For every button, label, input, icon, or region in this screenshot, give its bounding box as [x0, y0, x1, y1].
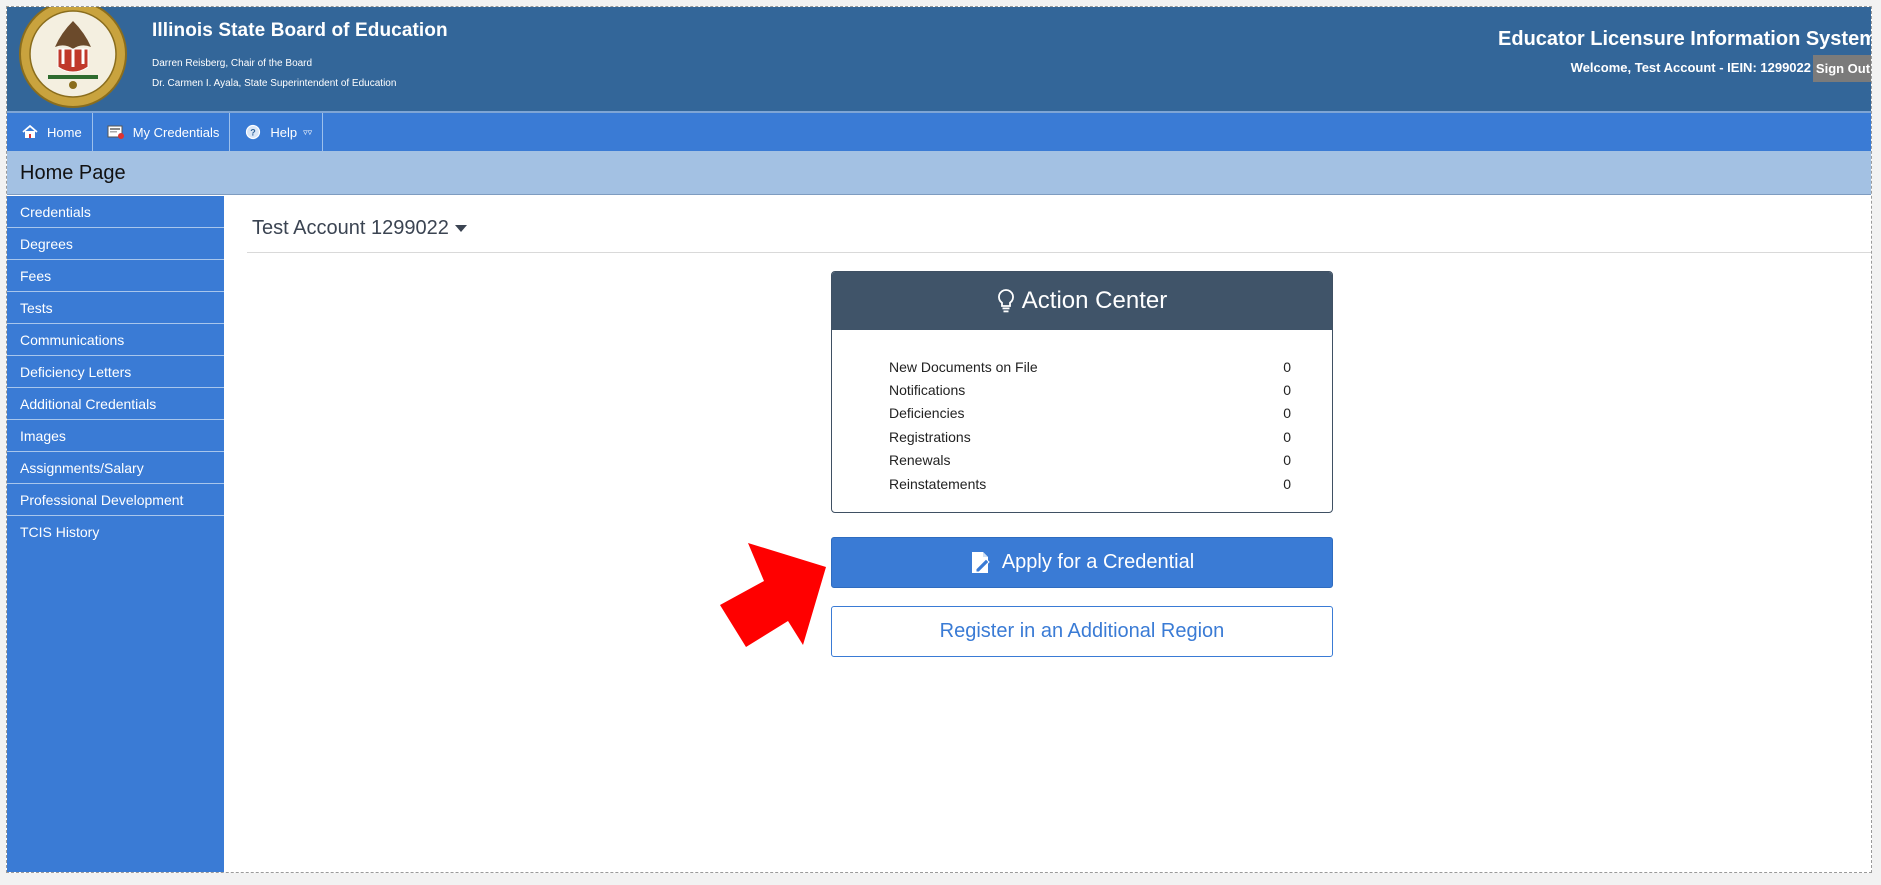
action-row-renewals[interactable]: Renewals 0 [889, 449, 1291, 472]
action-center-panel: Action Center New Documents on File 0 No… [831, 271, 1333, 513]
board-chair-line: Darren Reisberg, Chair of the Board [152, 58, 313, 69]
nav-home-label: Home [47, 124, 82, 140]
nav-help[interactable]: ? Help ▿▿ [230, 113, 324, 151]
nav-my-credentials[interactable]: My Credentials [93, 113, 231, 151]
action-row-registrations[interactable]: Registrations 0 [889, 425, 1291, 448]
sidebar-item-additional-credentials[interactable]: Additional Credentials [7, 388, 224, 420]
sidebar-item-deficiency-letters[interactable]: Deficiency Letters [7, 356, 224, 388]
page-frame: Illinois State Board of Education Darren… [6, 6, 1872, 873]
svg-text:?: ? [251, 128, 257, 138]
action-row-count: 0 [1283, 382, 1291, 399]
system-title: Educator Licensure Information System [1498, 28, 1872, 50]
apply-button-label: Apply for a Credential [1001, 551, 1195, 573]
action-row-count: 0 [1283, 475, 1291, 492]
nav-help-label: Help [270, 124, 298, 140]
sidebar-item-images[interactable]: Images [7, 420, 224, 452]
content-divider [247, 252, 1871, 253]
action-row-deficiencies[interactable]: Deficiencies 0 [889, 402, 1291, 425]
chevron-down-icon: ▿▿ [303, 126, 313, 137]
page-title-bar: Home Page [7, 151, 1871, 195]
action-center-title: Action Center [1021, 287, 1168, 314]
state-seal-logo [19, 7, 127, 108]
org-title: Illinois State Board of Education [152, 20, 448, 41]
sidebar-item-fees[interactable]: Fees [7, 260, 224, 292]
action-row-label: New Documents on File [889, 358, 1038, 375]
page-bottom-strip [0, 874, 1881, 885]
action-row-count: 0 [1283, 405, 1291, 422]
action-row-label: Notifications [889, 382, 966, 399]
welcome-text: Welcome, Test Account - IEIN: 1299022 [1570, 60, 1811, 75]
caret-down-icon [454, 225, 467, 232]
main-content: Test Account 1299022 Action Center New D… [224, 196, 1871, 872]
sidebar-item-assignments-salary[interactable]: Assignments/Salary [7, 452, 224, 484]
apply-for-credential-button[interactable]: Apply for a Credential [831, 537, 1333, 588]
page-title: Home Page [20, 162, 126, 184]
action-row-label: Renewals [889, 452, 951, 469]
action-row-count: 0 [1283, 358, 1291, 375]
account-dropdown[interactable]: Test Account 1299022 [252, 217, 467, 240]
action-row-label: Registrations [889, 428, 971, 445]
sidebar: Credentials Degrees Fees Tests Communica… [7, 196, 224, 872]
sidebar-item-communications[interactable]: Communications [7, 324, 224, 356]
action-row-label: Reinstatements [889, 475, 987, 492]
register-additional-region-button[interactable]: Register in an Additional Region [831, 606, 1333, 657]
action-row-label: Deficiencies [889, 405, 965, 422]
top-nav: Home My Credentials ? Help ▿▿ [7, 113, 1871, 151]
sidebar-item-tcis-history[interactable]: TCIS History [7, 516, 224, 548]
account-label: Test Account 1299022 [252, 217, 449, 239]
red-arrow-annotation [720, 543, 826, 647]
site-header: Illinois State Board of Education Darren… [7, 7, 1872, 113]
document-edit-icon [971, 551, 990, 573]
action-row-reinstatements[interactable]: Reinstatements 0 [889, 472, 1291, 495]
help-icon: ? [244, 123, 262, 141]
sidebar-item-credentials[interactable]: Credentials [7, 196, 224, 228]
action-row-new-documents[interactable]: New Documents on File 0 [889, 355, 1291, 378]
sidebar-item-professional-development[interactable]: Professional Development [7, 484, 224, 516]
action-row-count: 0 [1283, 452, 1291, 469]
nav-home[interactable]: Home [7, 113, 93, 151]
action-center-list: New Documents on File 0 Notifications 0 … [832, 330, 1332, 495]
credentials-icon [107, 123, 125, 141]
action-row-count: 0 [1283, 428, 1291, 445]
sidebar-item-degrees[interactable]: Degrees [7, 228, 224, 260]
superintendent-line: Dr. Carmen I. Ayala, State Superintenden… [152, 78, 397, 89]
nav-my-credentials-label: My Credentials [132, 124, 220, 140]
action-row-notifications[interactable]: Notifications 0 [889, 378, 1291, 401]
home-icon [21, 123, 39, 141]
action-center-header: Action Center [832, 272, 1332, 330]
sidebar-item-tests[interactable]: Tests [7, 292, 224, 324]
sign-out-button[interactable]: Sign Out [1813, 55, 1871, 82]
lightbulb-icon [997, 289, 1014, 313]
